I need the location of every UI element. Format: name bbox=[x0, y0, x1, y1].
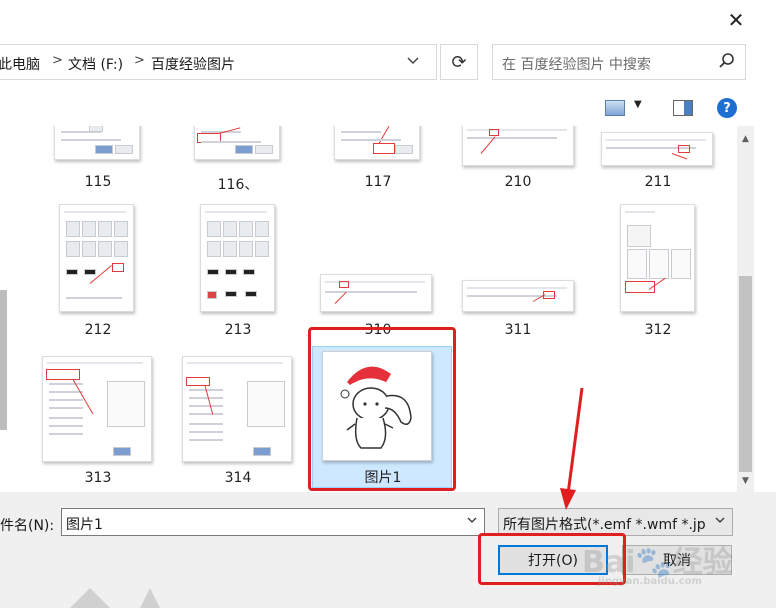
filename-field[interactable]: 图片1 bbox=[61, 508, 485, 536]
file-thumbnail[interactable] bbox=[334, 126, 420, 160]
search-box[interactable]: 在 百度经验图片 中搜索 bbox=[492, 44, 746, 80]
left-edge-strip bbox=[0, 290, 7, 430]
search-icon[interactable] bbox=[717, 51, 737, 75]
filename-value[interactable]: 图片1 bbox=[66, 514, 103, 534]
scroll-thumb[interactable] bbox=[739, 276, 752, 472]
filename-label: 件名(N): bbox=[0, 518, 55, 534]
file-name: 117 bbox=[364, 174, 392, 190]
file-thumbnail[interactable] bbox=[320, 274, 432, 312]
breadcrumb-documents[interactable]: 文档 (F:) bbox=[68, 54, 123, 74]
file-thumbnail[interactable] bbox=[42, 356, 152, 462]
scroll-up-icon[interactable]: ▲ bbox=[737, 130, 754, 147]
refresh-icon: ⟳ bbox=[451, 51, 467, 73]
file-name: 313 bbox=[84, 470, 112, 486]
preview-pane-icon[interactable] bbox=[673, 100, 693, 116]
breadcrumb-current-folder[interactable]: 百度经验图片 bbox=[151, 54, 235, 74]
file-thumbnail[interactable] bbox=[59, 204, 134, 312]
chevron-right-icon[interactable]: > bbox=[52, 53, 63, 68]
chevron-down-icon[interactable] bbox=[466, 514, 478, 529]
help-icon[interactable]: ? bbox=[717, 98, 737, 118]
file-thumbnail[interactable] bbox=[601, 132, 713, 166]
file-name: 211 bbox=[644, 174, 672, 190]
file-thumbnail[interactable] bbox=[54, 126, 140, 160]
file-name: 115 bbox=[84, 174, 112, 190]
file-thumbnail[interactable] bbox=[200, 204, 275, 312]
file-name: 311 bbox=[504, 322, 532, 338]
file-thumbnail[interactable] bbox=[462, 126, 574, 166]
change-view-icon[interactable] bbox=[605, 100, 625, 116]
watermark-brand: Bai🐾经验 bbox=[582, 545, 733, 580]
refresh-button[interactable]: ⟳ bbox=[440, 44, 478, 80]
file-thumbnail[interactable] bbox=[462, 280, 574, 312]
file-name: 213 bbox=[224, 322, 252, 338]
file-type-value[interactable]: 所有图片格式(*.emf *.wmf *.jp bbox=[503, 514, 706, 534]
file-name: 212 bbox=[84, 322, 112, 338]
chevron-down-icon[interactable] bbox=[406, 53, 420, 71]
highlight-frame bbox=[308, 327, 456, 491]
chevron-right-icon[interactable]: > bbox=[134, 53, 145, 68]
file-name: 314 bbox=[224, 470, 252, 486]
chevron-down-icon[interactable] bbox=[711, 514, 726, 529]
file-thumbnail[interactable] bbox=[182, 356, 292, 462]
watermark-url: jingyan.baidu.com bbox=[598, 576, 702, 587]
file-name: 210 bbox=[504, 174, 532, 190]
address-bar[interactable]: 此电脑 > 文档 (F:) > 百度经验图片 bbox=[0, 44, 437, 80]
file-thumbnail[interactable] bbox=[194, 126, 280, 160]
watermark-shape bbox=[70, 588, 160, 608]
view-dropdown-icon[interactable]: ▼ bbox=[634, 99, 642, 110]
vertical-scrollbar[interactable]: ▲ ▼ bbox=[737, 126, 754, 492]
file-name: 116、 bbox=[217, 177, 259, 193]
breadcrumb-this-pc[interactable]: 此电脑 bbox=[0, 54, 40, 74]
file-type-select[interactable]: 所有图片格式(*.emf *.wmf *.jp bbox=[498, 508, 733, 536]
close-button[interactable]: ✕ bbox=[720, 6, 752, 34]
file-name: 312 bbox=[644, 322, 672, 338]
search-placeholder: 在 百度经验图片 中搜索 bbox=[502, 57, 651, 73]
close-icon: ✕ bbox=[727, 8, 745, 32]
scroll-down-icon[interactable]: ▼ bbox=[737, 472, 754, 489]
red-arrow-annotation bbox=[560, 387, 584, 510]
file-thumbnail[interactable] bbox=[620, 204, 695, 312]
